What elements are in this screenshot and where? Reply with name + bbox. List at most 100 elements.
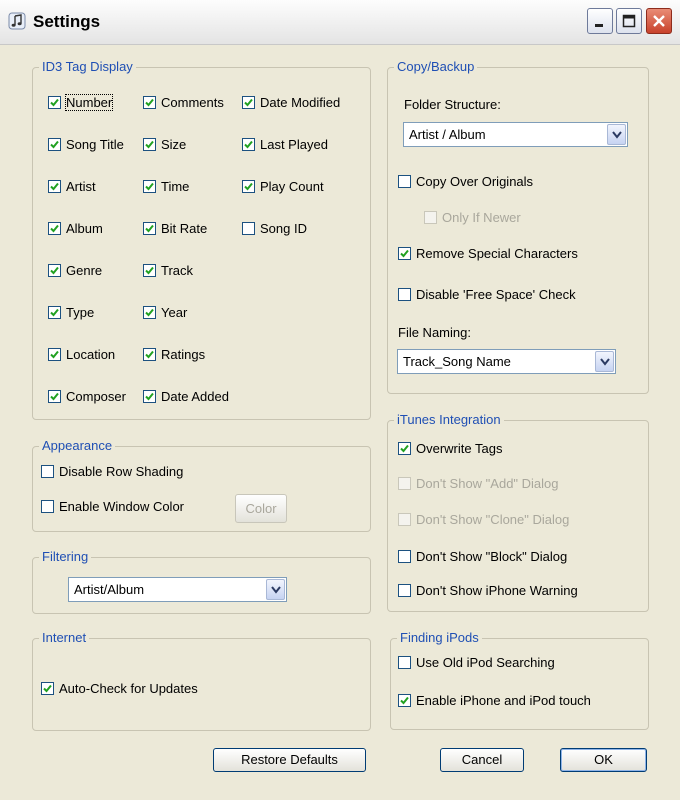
disable-free-space-check-checkbox[interactable]: Disable 'Free Space' Check — [398, 287, 576, 302]
dont-show-iphone-warning-checkbox[interactable]: Don't Show iPhone Warning — [398, 583, 578, 598]
enable-window-color-checkbox[interactable]: Enable Window Color — [41, 499, 184, 514]
checkbox-box[interactable] — [48, 348, 61, 361]
close-icon — [653, 15, 665, 27]
dont-show-block-dialog-checkbox[interactable]: Don't Show "Block" Dialog — [398, 549, 567, 564]
title-bar[interactable]: Settings — [0, 0, 680, 45]
id3-bit-rate-checkbox[interactable]: Bit Rate — [143, 221, 207, 236]
checkbox-box[interactable] — [398, 288, 411, 301]
id3-type-checkbox[interactable]: Type — [48, 305, 94, 320]
checkbox-box[interactable] — [48, 306, 61, 319]
checkbox-box[interactable] — [41, 465, 54, 478]
dropdown-button[interactable] — [607, 124, 626, 145]
id3-ratings-checkbox[interactable]: Ratings — [143, 347, 205, 362]
checkbox-box[interactable] — [143, 264, 156, 277]
checkmark-icon — [145, 140, 154, 149]
folder-structure-select[interactable]: Artist / Album — [403, 122, 628, 147]
id3-comments-checkbox[interactable]: Comments — [143, 95, 224, 110]
checkbox-label: Play Count — [260, 179, 324, 194]
file-naming-select[interactable]: Track_Song Name — [397, 349, 616, 374]
checkbox-box[interactable] — [41, 682, 54, 695]
use-old-ipod-searching-checkbox[interactable]: Use Old iPod Searching — [398, 655, 555, 670]
overwrite-tags-checkbox[interactable]: Overwrite Tags — [398, 441, 502, 456]
minimize-button[interactable] — [587, 8, 613, 34]
checkbox-box[interactable] — [398, 477, 411, 490]
id3-genre-checkbox[interactable]: Genre — [48, 263, 102, 278]
checkbox-box[interactable] — [398, 584, 411, 597]
id3-song-title-checkbox[interactable]: Song Title — [48, 137, 124, 152]
id3-year-checkbox[interactable]: Year — [143, 305, 187, 320]
enable-iphone-ipod-touch-checkbox[interactable]: Enable iPhone and iPod touch — [398, 693, 591, 708]
checkbox-box[interactable] — [48, 264, 61, 277]
checkbox-box[interactable] — [143, 180, 156, 193]
id3-artist-checkbox[interactable]: Artist — [48, 179, 96, 194]
checkbox-box[interactable] — [424, 211, 437, 224]
checkbox-box[interactable] — [48, 96, 61, 109]
checkbox-box[interactable] — [398, 513, 411, 526]
checkbox-box[interactable] — [242, 96, 255, 109]
copy-over-originals-checkbox[interactable]: Copy Over Originals — [398, 174, 533, 189]
checkbox-box[interactable] — [398, 175, 411, 188]
checkbox-box[interactable] — [48, 390, 61, 403]
maximize-button[interactable] — [616, 8, 642, 34]
close-button[interactable] — [646, 8, 672, 34]
checkbox-box[interactable] — [143, 222, 156, 235]
checkbox-box[interactable] — [143, 348, 156, 361]
id3-date-modified-checkbox[interactable]: Date Modified — [242, 95, 340, 110]
checkmark-icon — [145, 98, 154, 107]
filtering-select[interactable]: Artist/Album — [68, 577, 287, 602]
id3-composer-checkbox[interactable]: Composer — [48, 389, 126, 404]
window-title: Settings — [33, 12, 101, 31]
only-if-newer-checkbox[interactable]: Only If Newer — [424, 210, 521, 225]
id3-track-checkbox[interactable]: Track — [143, 263, 193, 278]
id3-album-checkbox[interactable]: Album — [48, 221, 103, 236]
id3-last-played-checkbox[interactable]: Last Played — [242, 137, 328, 152]
checkbox-box[interactable] — [398, 550, 411, 563]
checkmark-icon — [50, 308, 59, 317]
ok-button[interactable]: OK — [560, 748, 647, 772]
id3-number-checkbox[interactable]: Number — [48, 94, 114, 111]
id3-time-checkbox[interactable]: Time — [143, 179, 189, 194]
checkbox-label: Ratings — [161, 347, 206, 362]
auto-check-updates-checkbox[interactable]: Auto-Check for Updates — [41, 681, 198, 696]
dropdown-button[interactable] — [266, 579, 285, 600]
checkmark-icon — [400, 444, 409, 453]
id3-date-added-checkbox[interactable]: Date Added — [143, 389, 229, 404]
checkbox-box[interactable] — [242, 180, 255, 193]
chevron-down-icon — [600, 358, 610, 366]
checkbox-box[interactable] — [398, 442, 411, 455]
copy-backup-legend: Copy/Backup — [394, 59, 478, 75]
checkbox-box[interactable] — [398, 247, 411, 260]
checkbox-box[interactable] — [242, 138, 255, 151]
id3-song-id-checkbox[interactable]: Song ID — [242, 221, 307, 236]
checkbox-label: Bit Rate — [161, 221, 208, 236]
disable-row-shading-checkbox[interactable]: Disable Row Shading — [41, 464, 183, 479]
checkbox-box[interactable] — [41, 500, 54, 513]
checkbox-box[interactable] — [48, 222, 61, 235]
dropdown-button[interactable] — [595, 351, 614, 372]
checkbox-label: Enable Window Color — [59, 499, 185, 514]
checkbox-box[interactable] — [242, 222, 255, 235]
dont-show-add-dialog-checkbox[interactable]: Don't Show "Add" Dialog — [398, 476, 559, 491]
checkbox-box[interactable] — [398, 694, 411, 707]
color-button[interactable]: Color — [235, 494, 287, 523]
cancel-button[interactable]: Cancel — [440, 748, 524, 772]
checkbox-box[interactable] — [143, 306, 156, 319]
checkbox-box[interactable] — [143, 138, 156, 151]
checkbox-label: Don't Show iPhone Warning — [416, 583, 578, 598]
id3-size-checkbox[interactable]: Size — [143, 137, 186, 152]
checkmark-icon — [50, 224, 59, 233]
id3-location-checkbox[interactable]: Location — [48, 347, 115, 362]
checkmark-icon — [244, 182, 253, 191]
checkbox-box[interactable] — [143, 390, 156, 403]
checkbox-box[interactable] — [398, 656, 411, 669]
checkbox-label: Auto-Check for Updates — [59, 681, 198, 696]
checkbox-box[interactable] — [48, 180, 61, 193]
restore-defaults-button[interactable]: Restore Defaults — [213, 748, 366, 772]
remove-special-characters-checkbox[interactable]: Remove Special Characters — [398, 246, 578, 261]
id3-play-count-checkbox[interactable]: Play Count — [242, 179, 324, 194]
minimize-icon — [595, 24, 603, 27]
checkbox-box[interactable] — [48, 138, 61, 151]
dont-show-clone-dialog-checkbox[interactable]: Don't Show "Clone" Dialog — [398, 512, 569, 527]
checkmark-icon — [400, 696, 409, 705]
checkbox-box[interactable] — [143, 96, 156, 109]
